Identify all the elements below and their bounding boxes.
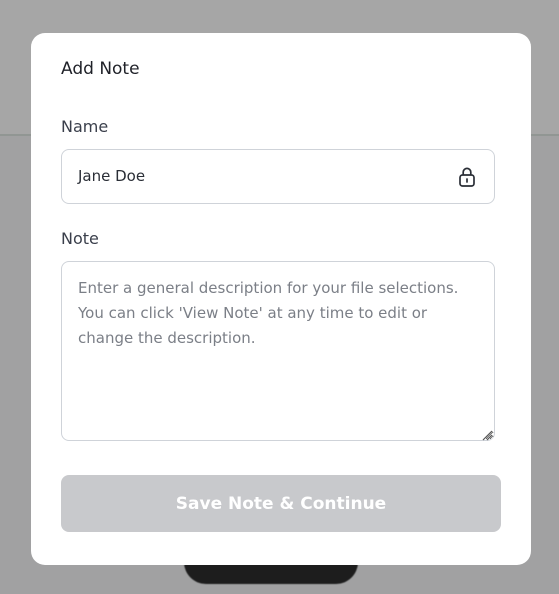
add-note-modal: Add Note Name Jane Doe Note Save Note & … xyxy=(31,33,531,565)
note-label: Note xyxy=(61,229,99,248)
note-textarea[interactable] xyxy=(61,261,495,441)
name-value: Jane Doe xyxy=(78,167,146,185)
name-label: Name xyxy=(61,117,109,136)
lock-icon xyxy=(459,167,475,187)
name-field: Jane Doe xyxy=(61,149,495,204)
modal-title: Add Note xyxy=(61,59,140,79)
save-note-continue-button[interactable]: Save Note & Continue xyxy=(61,475,501,532)
